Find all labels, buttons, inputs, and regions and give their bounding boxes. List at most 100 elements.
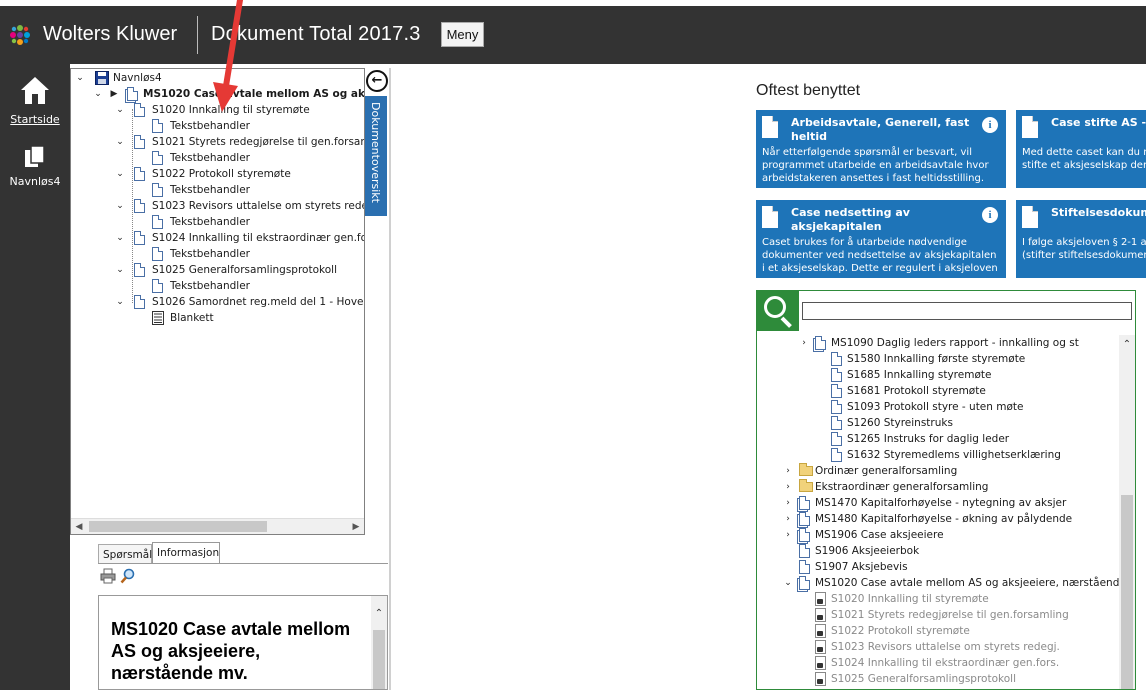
chevron-down-icon[interactable]: ⌄	[75, 70, 85, 86]
search-tree-row[interactable]: S1907 Aksjebevis	[797, 559, 1117, 575]
search-tree-row[interactable]: S1024 Innkalling til ekstraordinær gen.f…	[813, 655, 1117, 671]
chevron-down-icon[interactable]: ⌄	[115, 102, 125, 118]
favorite-card[interactable]: Arbeidsavtale, Generell, fast heltid i N…	[756, 110, 1006, 188]
document-icon	[152, 247, 163, 261]
search-tree-row[interactable]: ⌄ MS1020 Case avtale mellom AS og aksjeei…	[784, 575, 1126, 591]
search-tree-row[interactable]: S1093 Protokoll styre - uten møte	[829, 399, 1117, 415]
search-result-tree: › MS1090 Daglig leders rapport - innkalli…	[757, 335, 1126, 689]
tree-subitem-row[interactable]: Tekstbehandler	[137, 118, 364, 134]
tree-item-row[interactable]: ⌄ S1020 Innkalling til styremøte	[115, 102, 364, 118]
search-tree-label: S1907 Aksjebevis	[815, 561, 908, 573]
search-input[interactable]	[802, 302, 1132, 320]
tree-item-row[interactable]: ⌄ S1025 Generalforsamlingsprotokoll	[115, 262, 364, 278]
nav-startside[interactable]: Startside	[0, 74, 70, 126]
search-icon-handle	[780, 316, 792, 328]
tree-subitem-row[interactable]: Tekstbehandler	[137, 246, 364, 262]
dokumentoversikt-tab[interactable]: Dokumentoversikt	[365, 96, 387, 216]
search-tree-row[interactable]: S1023 Revisors uttalelse om styrets rede…	[813, 639, 1117, 655]
tree-item-row[interactable]: ⌄ S1022 Protokoll styremøte	[115, 166, 364, 182]
favorite-card[interactable]: Case stifte AS - u Med dette caset kan d…	[1016, 110, 1146, 188]
chevron-down-icon[interactable]: ⌄	[115, 134, 125, 150]
tree-subitem-row[interactable]: Tekstbehandler	[137, 150, 364, 166]
search-tree-row[interactable]: › MS1470 Kapitalforhøyelse - nytegning av…	[786, 495, 1117, 511]
save-disk-icon	[95, 71, 109, 85]
chevron-right-icon[interactable]: ›	[783, 527, 793, 543]
chevron-right-icon[interactable]: ›	[799, 335, 809, 351]
info-icon[interactable]: i	[982, 207, 998, 223]
vertical-scrollbar[interactable]: ⌃	[371, 596, 387, 689]
folder-icon	[799, 479, 813, 492]
search-tree-row[interactable]: › MS1906 Case aksjeeiere	[786, 527, 1117, 543]
favorite-card[interactable]: Stiftelsesdokume I følge aksjeloven § 2-…	[1016, 200, 1146, 278]
tree-subitem-label: Tekstbehandler	[170, 248, 250, 260]
search-tree-label: S1021 Styrets redegjørelse til gen.forsa…	[831, 609, 1069, 621]
search-tree-row[interactable]: › MS1090 Daglig leders rapport - innkalli…	[802, 335, 1117, 351]
search-tree-label: MS1906 Case aksjeeiere	[815, 529, 944, 541]
chevron-right-icon[interactable]: ›	[783, 495, 793, 511]
scroll-left-icon[interactable]: ◀	[71, 519, 87, 534]
search-tree-row[interactable]: › Ordinær generalforsamling	[786, 463, 1117, 479]
chevron-down-icon[interactable]: ⌄	[115, 198, 125, 214]
tree-subitem-row[interactable]: Tekstbehandler	[137, 278, 364, 294]
tree-item-row[interactable]: ⌄ S1021 Styrets redegjørelse til gen.for…	[115, 134, 364, 150]
zoom-icon[interactable]	[120, 568, 136, 584]
search-tree-row[interactable]: › Ekstraordinær generalforsamling	[786, 479, 1117, 495]
chevron-down-icon[interactable]: ⌄	[115, 166, 125, 182]
horizontal-scrollbar[interactable]: ◀ ▶	[71, 518, 364, 534]
favorite-card[interactable]: Case nedsetting av aksjekapitalen i Case…	[756, 200, 1006, 278]
search-tree-row[interactable]: S1906 Aksjeeierbok	[797, 543, 1117, 559]
search-tree-row[interactable]: S1265 Instruks for daglig leder	[829, 431, 1117, 447]
chevron-down-icon[interactable]: ⌄	[93, 86, 103, 102]
scroll-up-icon[interactable]: ⌃	[1119, 339, 1135, 350]
vertical-scrollbar[interactable]: ⌃	[1119, 335, 1135, 689]
multi-document-icon	[799, 512, 810, 526]
scrollbar-thumb[interactable]	[89, 521, 267, 532]
chevron-down-icon[interactable]: ⌄	[115, 230, 125, 246]
chevron-down-icon[interactable]: ⌄	[115, 294, 125, 310]
card-title: Case stifte AS - u	[1051, 116, 1146, 129]
chevron-right-icon[interactable]: ›	[783, 463, 793, 479]
search-tree-row[interactable]: S1632 Styremedlems villighetserklæring	[829, 447, 1117, 463]
chevron-down-icon[interactable]: ⌄	[115, 262, 125, 278]
nav-document[interactable]: Navnløs4	[0, 144, 70, 188]
tree-item-row[interactable]: ⌄ S1023 Revisors uttalelse om styrets re…	[115, 198, 364, 214]
search-tree-row[interactable]: › MS1480 Kapitalforhøyelse - økning av på…	[786, 511, 1117, 527]
tree-root-row[interactable]: ⌄ Navnløs4	[75, 70, 335, 86]
search-tree-row[interactable]: S1022 Protokoll styremøte	[813, 623, 1117, 639]
search-tree-row[interactable]: S1025 Generalforsamlingsprotokoll	[813, 671, 1117, 687]
info-icon[interactable]: i	[982, 117, 998, 133]
tab-sporsmal[interactable]: Spørsmål	[98, 544, 152, 564]
search-tree-row[interactable]: S1260 Styreinstruks	[829, 415, 1117, 431]
tab-informasjon[interactable]: Informasjon	[152, 542, 220, 564]
tree-item-row[interactable]: ⌄ S1024 Innkalling til ekstraordinær gen…	[115, 230, 364, 246]
chevron-right-icon[interactable]: ›	[783, 479, 793, 495]
printer-icon[interactable]	[100, 568, 116, 584]
scroll-right-icon[interactable]: ▶	[348, 519, 364, 534]
tree-item-label: S1021 Styrets redegjørelse til gen.forsa…	[152, 136, 364, 148]
tree-subitem-row[interactable]: Blankett	[137, 310, 364, 326]
collapse-panel-button[interactable]: ←	[366, 70, 388, 92]
locked-document-icon	[815, 608, 826, 622]
tree-case-row[interactable]: ⌄ ▶ MS1020 Case avtale mellom AS og aksj…	[93, 86, 364, 102]
search-tree-row[interactable]: S1685 Innkalling styremøte	[829, 367, 1117, 383]
scrollbar-thumb[interactable]	[373, 630, 385, 689]
document-icon	[831, 400, 842, 414]
scrollbar-thumb[interactable]	[1121, 495, 1133, 689]
search-tree-row[interactable]: S1580 Innkalling første styremøte	[829, 351, 1117, 367]
search-tree-label: S1093 Protokoll styre - uten møte	[847, 401, 1024, 413]
scroll-up-icon[interactable]: ⌃	[371, 608, 387, 619]
tree-item-row[interactable]: ⌄ S1026 Samordnet reg.meld del 1 - Hoved…	[115, 294, 364, 310]
search-tree-row[interactable]: S1681 Protokoll styremøte	[829, 383, 1117, 399]
search-tree-row[interactable]: S1021 Styrets redegjørelse til gen.forsa…	[813, 607, 1117, 623]
tab-underline	[98, 563, 388, 564]
chevron-right-icon[interactable]: ›	[783, 511, 793, 527]
tree-item-label: S1020 Innkalling til styremøte	[152, 104, 310, 116]
tree-subitem-row[interactable]: Tekstbehandler	[137, 214, 364, 230]
search-button[interactable]	[757, 291, 799, 331]
nav-document-label: Navnløs4	[9, 175, 61, 188]
chevron-down-icon[interactable]: ⌄	[783, 575, 793, 591]
menu-button[interactable]: Meny	[441, 22, 484, 47]
tree-subitem-row[interactable]: Tekstbehandler	[137, 182, 364, 198]
panel-divider[interactable]	[389, 68, 391, 690]
search-tree-row[interactable]: S1020 Innkalling til styremøte	[813, 591, 1117, 607]
